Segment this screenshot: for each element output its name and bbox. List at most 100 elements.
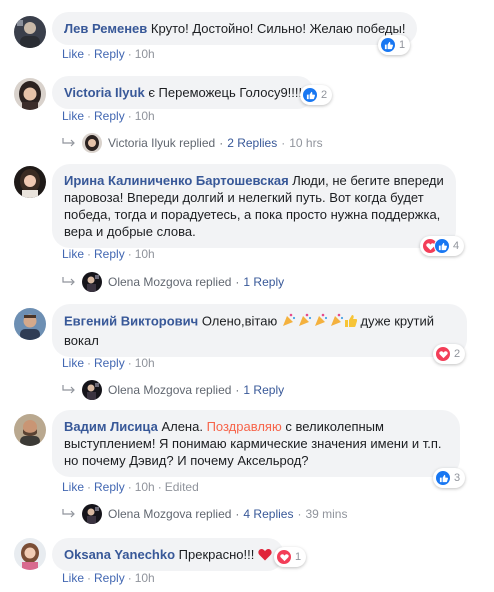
comment-actions: Like · Reply · 10h: [62, 356, 155, 370]
reply-arrow-icon: [62, 385, 75, 394]
reply-author: Olena Mozgova: [108, 507, 193, 521]
separator-dot: ·: [127, 356, 132, 370]
avatar[interactable]: [14, 16, 46, 48]
comment-time[interactable]: 10h: [135, 47, 155, 61]
edited-label[interactable]: Edited: [165, 480, 199, 494]
reply-verb: replied: [179, 136, 216, 150]
like-icon: [435, 470, 451, 486]
avatar[interactable]: [14, 78, 46, 110]
reply-author: Victoria Ilyuk: [108, 136, 176, 150]
separator-dot: ·: [219, 136, 224, 150]
like-button[interactable]: Like: [62, 480, 84, 494]
separator-dot: ·: [127, 571, 132, 585]
reply-button[interactable]: Reply: [94, 109, 125, 123]
view-replies-link[interactable]: 4 Replies: [243, 507, 293, 521]
replies-summary[interactable]: Olena Mozgova replied · 4 Replies · 39 mins: [62, 504, 347, 524]
separator-dot: ·: [157, 480, 162, 494]
highlighted-word[interactable]: Поздравляю: [207, 419, 282, 434]
reaction-count-value: 1: [399, 39, 406, 51]
reply-button[interactable]: Reply: [94, 356, 125, 370]
comment-author[interactable]: Oksana Yanechko: [64, 547, 175, 562]
replies-summary[interactable]: Victoria Ilyuk replied · 2 Replies · 10 hrs: [62, 133, 323, 153]
separator-dot: ·: [87, 247, 92, 261]
reply-author: Olena Mozgova: [108, 383, 193, 397]
reply-verb: replied: [195, 507, 232, 521]
comment-bubble: Евгений Викторович Олено,вітаю дуже крут…: [52, 304, 467, 357]
comment-bubble: Вадим Лисица Алена. Поздравляю с великол…: [52, 410, 460, 477]
reaction-count-value: 1: [295, 551, 302, 563]
like-button[interactable]: Like: [62, 571, 84, 585]
reply-time: 10 hrs: [289, 136, 323, 150]
avatar[interactable]: [14, 308, 46, 340]
comment-time[interactable]: 10h: [135, 571, 155, 585]
comment-time[interactable]: 10h: [135, 480, 155, 494]
reaction-count[interactable]: 1: [378, 35, 411, 55]
comment-actions: Like · Reply · 10h: [62, 47, 155, 61]
separator-dot: ·: [235, 275, 240, 289]
like-button[interactable]: Like: [62, 356, 84, 370]
comment-author[interactable]: Лев Ременев: [64, 21, 147, 36]
reply-button[interactable]: Reply: [94, 571, 125, 585]
love-icon: [435, 346, 451, 362]
reply-button[interactable]: Reply: [94, 480, 125, 494]
reply-arrow-icon: [62, 509, 75, 518]
comment-actions: Like · Reply · 10h: [62, 247, 155, 261]
avatar[interactable]: [14, 166, 46, 198]
comment-actions: Like · Reply · 10h: [62, 571, 155, 585]
comment-actions: Like · Reply · 10h: [62, 109, 155, 123]
reply-arrow-icon: [62, 277, 75, 286]
reply-author: Olena Mozgova: [108, 275, 193, 289]
view-replies-link[interactable]: 2 Replies: [227, 136, 277, 150]
heart-icon: [258, 549, 272, 561]
reaction-count[interactable]: 3: [433, 468, 466, 488]
comment-text-pre: Алена.: [161, 419, 203, 434]
comment-text: Прекрасно!!!: [178, 547, 255, 562]
reply-button[interactable]: Reply: [94, 247, 125, 261]
reply-arrow-icon: [62, 138, 75, 147]
comment-time[interactable]: 10h: [135, 356, 155, 370]
reply-verb: replied: [195, 383, 232, 397]
comment-time[interactable]: 10h: [135, 109, 155, 123]
reply-time: 39 mins: [305, 507, 348, 521]
separator-dot: ·: [87, 571, 92, 585]
like-button[interactable]: Like: [62, 109, 84, 123]
love-icon: [276, 549, 292, 565]
comment-author[interactable]: Victoria Ilyuk: [64, 85, 145, 100]
comment-text: Олено,вітаю: [201, 313, 278, 329]
avatar[interactable]: [14, 538, 46, 570]
like-button[interactable]: Like: [62, 47, 84, 61]
comment-bubble: Ирина Калиниченко Бартошевская Люди, не …: [52, 164, 456, 248]
like-icon: [380, 37, 396, 53]
separator-dot: ·: [127, 480, 132, 494]
comment-author[interactable]: Вадим Лисица: [64, 419, 158, 434]
view-replies-link[interactable]: 1 Reply: [243, 383, 284, 397]
party-popper-icon: [282, 313, 358, 327]
comment-author[interactable]: Евгений Викторович: [64, 313, 198, 328]
separator-dot: ·: [87, 47, 92, 61]
reaction-count[interactable]: 4: [420, 236, 465, 256]
separator-dot: ·: [235, 383, 240, 397]
separator-dot: ·: [281, 136, 286, 150]
avatar[interactable]: [14, 414, 46, 446]
reaction-count-value: 2: [454, 348, 461, 360]
separator-dot: ·: [87, 109, 92, 123]
emoji-sequence: [281, 312, 358, 332]
comment-author[interactable]: Ирина Калиниченко Бартошевская: [64, 173, 289, 188]
reaction-count[interactable]: 2: [300, 85, 333, 105]
comment-bubble: Victoria Ilyuk є Переможець Голосу9!!!!: [52, 76, 315, 109]
separator-dot: ·: [87, 480, 92, 494]
replies-summary[interactable]: Olena Mozgova replied · 1 Reply: [62, 272, 284, 292]
reaction-count[interactable]: 2: [433, 344, 466, 364]
separator-dot: ·: [127, 47, 132, 61]
reply-button[interactable]: Reply: [94, 47, 125, 61]
separator-dot: ·: [127, 109, 132, 123]
separator-dot: ·: [127, 247, 132, 261]
comment-time[interactable]: 10h: [135, 247, 155, 261]
reaction-count-value: 3: [454, 472, 461, 484]
view-replies-link[interactable]: 1 Reply: [243, 275, 284, 289]
reaction-count[interactable]: 1: [274, 547, 307, 567]
like-icon: [302, 87, 318, 103]
replies-summary[interactable]: Olena Mozgova replied · 1 Reply: [62, 380, 284, 400]
avatar: [82, 133, 102, 153]
like-button[interactable]: Like: [62, 247, 84, 261]
